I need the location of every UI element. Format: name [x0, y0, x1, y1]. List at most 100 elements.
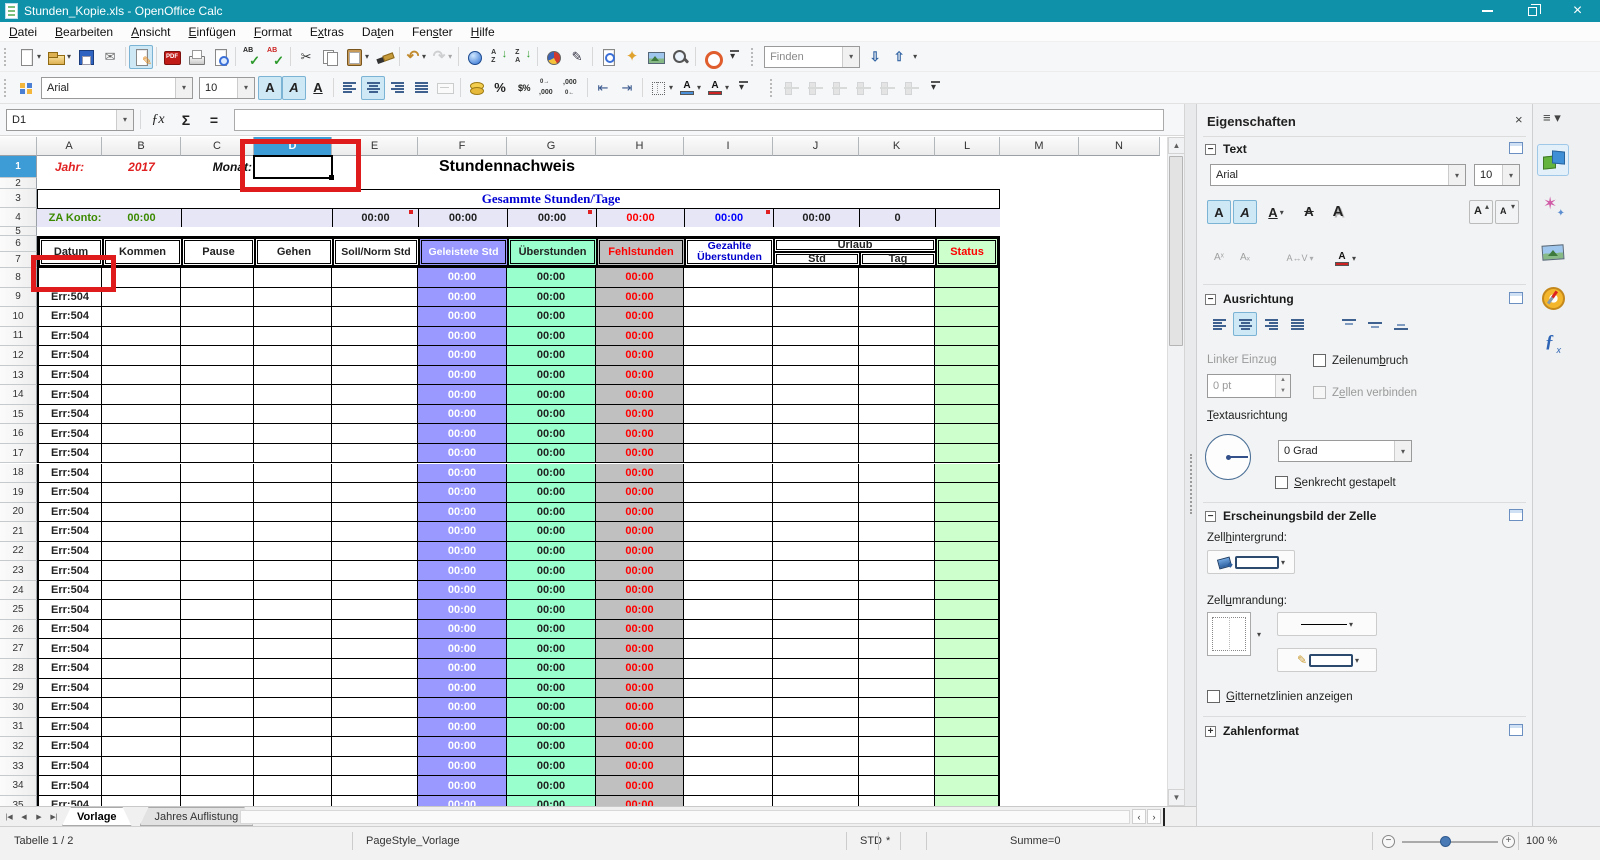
cell-J21[interactable] [773, 522, 859, 542]
cell-K24[interactable] [859, 581, 935, 601]
format-paintbrush-button[interactable] [372, 45, 396, 69]
cell-D32[interactable] [254, 737, 332, 757]
email-document-button[interactable]: ✉ [98, 45, 122, 69]
cell-D31[interactable] [254, 718, 332, 738]
cell-D16[interactable] [254, 424, 332, 444]
undo-button[interactable]: ↶▾ [403, 45, 429, 69]
header-urlaub-tag[interactable]: Tag [860, 252, 936, 266]
cell-D12[interactable] [254, 346, 332, 366]
cell-C11[interactable] [181, 327, 254, 347]
spinner-arrows[interactable]: ▲▼ [1275, 375, 1290, 397]
sum-info[interactable]: Summe=0 [1010, 835, 1060, 847]
cell-E12[interactable] [332, 346, 418, 366]
cell-A19[interactable]: Err:504 [37, 483, 102, 503]
cell-J25[interactable] [773, 600, 859, 620]
cell-I4[interactable]: 00:00 [684, 209, 773, 227]
cell-I34[interactable] [684, 776, 773, 796]
toolbar-grip[interactable] [4, 48, 9, 66]
cell-E28[interactable] [332, 659, 418, 679]
cell-I26[interactable] [684, 620, 773, 640]
close-button[interactable]: × [1555, 0, 1600, 22]
cell-K19[interactable] [859, 483, 935, 503]
cell-H27[interactable]: 00:00 [596, 639, 684, 659]
collapse-erscheinungsbild-section-icon[interactable]: − [1205, 511, 1216, 522]
cell-C15[interactable] [181, 405, 254, 425]
cell-D9[interactable] [254, 288, 332, 308]
cell-J31[interactable] [773, 718, 859, 738]
decrease-indent-button[interactable]: ⇤ [591, 76, 615, 100]
menu-format[interactable]: Format [245, 23, 301, 41]
row-header-24[interactable]: 24 [0, 581, 37, 601]
row-header-30[interactable]: 30 [0, 698, 37, 718]
cell-A29[interactable]: Err:504 [37, 679, 102, 699]
scroll-down-icon[interactable]: ▼ [1168, 789, 1185, 806]
cell-H28[interactable]: 00:00 [596, 659, 684, 679]
cell-A26[interactable]: Err:504 [37, 620, 102, 640]
cell-G9[interactable]: 00:00 [507, 288, 596, 308]
summary-title-cell[interactable]: Gesammte Stunden/Tage [418, 190, 684, 207]
sidebar-close-icon[interactable]: × [1515, 112, 1523, 127]
header-urlaub[interactable]: Urlaub [774, 238, 936, 252]
row-header-13[interactable]: 13 [0, 366, 37, 386]
cell-C20[interactable] [181, 503, 254, 523]
cell-A11[interactable]: Err:504 [37, 327, 102, 347]
cell-H21[interactable]: 00:00 [596, 522, 684, 542]
cell-E16[interactable] [332, 424, 418, 444]
next-sheet-icon[interactable]: ▶ [32, 809, 46, 824]
cell-G26[interactable]: 00:00 [507, 620, 596, 640]
cell-F24[interactable]: 00:00 [418, 581, 507, 601]
sidebar-align-left-button[interactable] [1207, 312, 1231, 336]
zeilenumbruch-checkbox[interactable]: Zeilenumbruch [1313, 354, 1408, 367]
cell-A34[interactable]: Err:504 [37, 776, 102, 796]
linker-einzug-spinner[interactable]: 0 pt ▲▼ [1207, 374, 1291, 398]
cell-K26[interactable] [859, 620, 935, 640]
cell-L20[interactable] [935, 503, 1000, 523]
row-header-35[interactable]: 35 [0, 796, 37, 806]
vertical-scrollbar[interactable]: ▲ ▼ [1167, 137, 1184, 806]
cell-B18[interactable] [102, 464, 181, 484]
header-gezahlte-ueberstunden[interactable]: Gezahlte Überstunden [685, 238, 774, 266]
cell-D35[interactable] [254, 796, 332, 806]
row-header-18[interactable]: 18 [0, 464, 37, 484]
cell-E24[interactable] [332, 581, 418, 601]
cell-C35[interactable] [181, 796, 254, 806]
cell-J32[interactable] [773, 737, 859, 757]
column-header-K[interactable]: K [859, 137, 935, 156]
cell-F29[interactable]: 00:00 [418, 679, 507, 699]
column-header-H[interactable]: H [596, 137, 684, 156]
cell-K18[interactable] [859, 464, 935, 484]
rotation-degrees-dropdown-icon[interactable]: ▾ [1394, 441, 1411, 461]
cell-background-color-button[interactable]: ▾ [1207, 550, 1295, 574]
cell-B31[interactable] [102, 718, 181, 738]
cell-G31[interactable]: 00:00 [507, 718, 596, 738]
cell-E14[interactable] [332, 385, 418, 405]
sidebar-font-color-button[interactable]: A▾ [1327, 246, 1363, 270]
cell-D13[interactable] [254, 366, 332, 386]
cell-E10[interactable] [332, 307, 418, 327]
cell-K28[interactable] [859, 659, 935, 679]
number-format-percent-button[interactable]: % [488, 76, 512, 100]
cell-C30[interactable] [181, 698, 254, 718]
vertical-scrollbar-thumb[interactable] [1169, 156, 1183, 346]
cell-K31[interactable] [859, 718, 935, 738]
undo-dropdown-icon[interactable]: ▾ [422, 52, 426, 61]
cell-L14[interactable] [935, 385, 1000, 405]
first-sheet-icon[interactable]: |◀ [2, 809, 16, 824]
row-header-10[interactable]: 10 [0, 307, 37, 327]
cell-C34[interactable] [181, 776, 254, 796]
row-header-8[interactable]: 8 [0, 268, 37, 288]
cell-I21[interactable] [684, 522, 773, 542]
cell-J11[interactable] [773, 327, 859, 347]
cell-H31[interactable]: 00:00 [596, 718, 684, 738]
sidebar-font-name-dropdown-icon[interactable]: ▾ [1448, 165, 1465, 185]
menu-ansicht[interactable]: Ansicht [122, 23, 179, 41]
cell-G23[interactable]: 00:00 [507, 561, 596, 581]
cell-G25[interactable]: 00:00 [507, 600, 596, 620]
column-header-M[interactable]: M [1000, 137, 1079, 156]
formatting-toolbar-grip[interactable] [4, 79, 9, 97]
cell-G13[interactable]: 00:00 [507, 366, 596, 386]
text-rotation-dial[interactable] [1205, 434, 1251, 480]
cell-J27[interactable] [773, 639, 859, 659]
cell-L8[interactable] [935, 268, 1000, 288]
cell-K25[interactable] [859, 600, 935, 620]
